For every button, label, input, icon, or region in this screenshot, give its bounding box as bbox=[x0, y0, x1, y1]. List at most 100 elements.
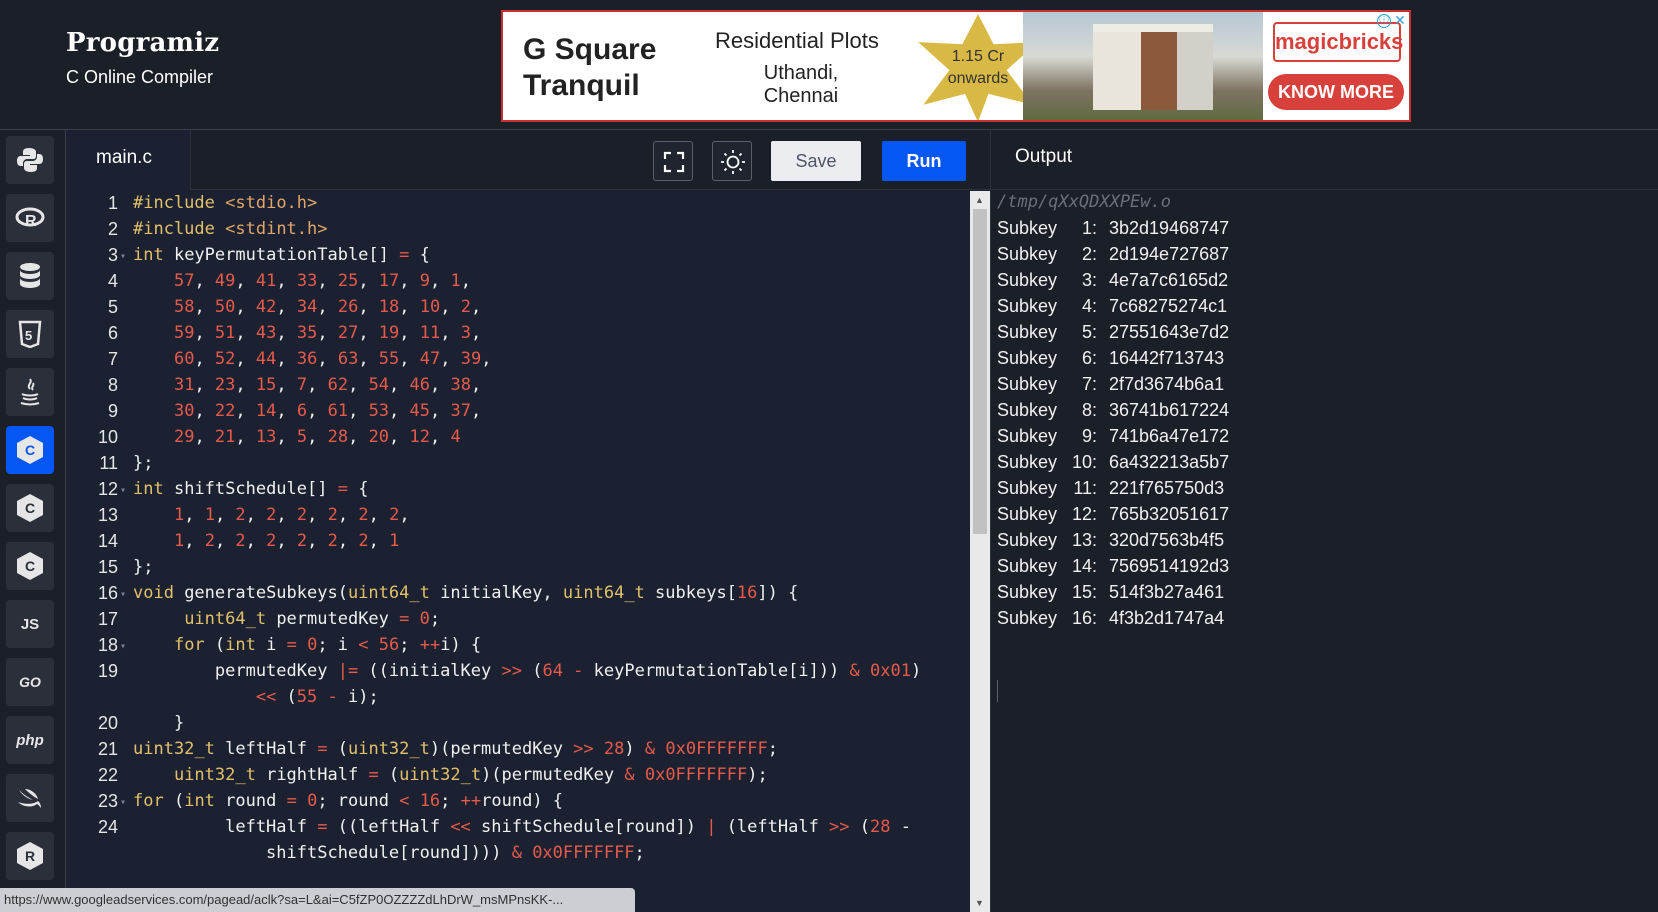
output-line: Subkey 11: 221f765750d3 bbox=[997, 478, 1224, 499]
output-header: Output bbox=[991, 130, 1658, 190]
sidebar-item-cpp[interactable]: C bbox=[6, 484, 54, 532]
code-line[interactable]: << (55 - i); bbox=[133, 687, 379, 707]
line-number: 7 bbox=[107, 349, 118, 369]
sidebar-item-r[interactable]: R bbox=[6, 194, 54, 242]
code-line[interactable]: uint64_t permutedKey = 0; bbox=[133, 609, 440, 629]
code-line[interactable]: void generateSubkeys(uint64_t initialKey… bbox=[133, 583, 798, 603]
code-line[interactable]: 57, 49, 41, 33, 25, 17, 9, 1, bbox=[133, 271, 471, 291]
fold-toggle-icon[interactable]: ▾ bbox=[120, 797, 126, 808]
scrollbar-thumb[interactable] bbox=[973, 209, 987, 534]
subkey-index: 10: bbox=[1071, 452, 1097, 472]
subkey-index: 4: bbox=[1081, 296, 1097, 316]
code-line[interactable]: 58, 50, 42, 34, 26, 18, 10, 2, bbox=[133, 297, 481, 317]
sidebar-item-html[interactable]: 5 bbox=[6, 310, 54, 358]
sidebar-item-javascript[interactable]: JS bbox=[6, 600, 54, 648]
line-number: 16 bbox=[97, 583, 118, 603]
code-line[interactable]: 29, 21, 13, 5, 28, 20, 12, 4 bbox=[133, 427, 461, 447]
csharp-icon-label: C bbox=[24, 558, 36, 574]
sidebar-item-csharp[interactable]: C bbox=[6, 542, 54, 590]
output-line: Subkey 16: 4f3b2d1747a4 bbox=[997, 608, 1224, 629]
sidebar-item-go[interactable]: GO bbox=[6, 658, 54, 706]
code-line[interactable]: 1, 2, 2, 2, 2, 2, 2, 1 bbox=[133, 531, 399, 551]
code-line[interactable]: 30, 22, 14, 6, 61, 53, 45, 37, bbox=[133, 401, 481, 421]
code-line[interactable]: for (int round = 0; round < 16; ++round)… bbox=[133, 791, 563, 811]
output-title: Output bbox=[1015, 146, 1073, 167]
subkey-index: 11: bbox=[1073, 478, 1097, 498]
code-line[interactable]: 59, 51, 43, 35, 27, 19, 11, 3, bbox=[133, 323, 481, 343]
output-line: Subkey 5: 27551643e7d2 bbox=[997, 322, 1229, 343]
ad-price-value: 1.15 Cr bbox=[951, 48, 1005, 65]
code-line[interactable]: uint32_t rightHalf = (uint32_t)(permuted… bbox=[133, 765, 768, 785]
sidebar-item-rust[interactable]: R bbox=[6, 832, 54, 880]
ad-location: Uthandi, Chennai bbox=[715, 62, 887, 108]
close-icon[interactable]: ✕ bbox=[1393, 12, 1407, 28]
fold-toggle-icon[interactable]: ▾ bbox=[120, 251, 126, 262]
code-line[interactable]: }; bbox=[133, 557, 153, 577]
ad-brand-line2: Tranquil bbox=[523, 69, 640, 102]
code-line[interactable]: int shiftSchedule[] = { bbox=[133, 479, 368, 499]
scroll-up-arrow-icon[interactable]: ▲ bbox=[975, 195, 984, 205]
output-line: Subkey 9: 741b6a47e172 bbox=[997, 426, 1229, 447]
info-icon[interactable]: ⓘ bbox=[1377, 14, 1391, 28]
code-line[interactable]: #include <stdint.h> bbox=[133, 219, 328, 239]
programiz-logo[interactable]: Programiz bbox=[66, 28, 219, 58]
sidebar-item-php[interactable]: php bbox=[6, 716, 54, 764]
subkey-value: 2f7d3674b6a1 bbox=[1109, 374, 1225, 394]
ad-cta-button[interactable]: KNOW MORE bbox=[1268, 74, 1404, 110]
code-line[interactable]: } bbox=[133, 713, 184, 733]
output-binary-path: /tmp/qXxQDXXPEw.o bbox=[997, 192, 1171, 212]
scroll-down-arrow-icon[interactable]: ▼ bbox=[975, 898, 984, 908]
output-line: Subkey 8: 36741b617224 bbox=[997, 400, 1229, 421]
theme-toggle-button[interactable] bbox=[712, 141, 752, 181]
csharp-icon: C bbox=[17, 552, 43, 580]
run-button[interactable]: Run bbox=[882, 141, 966, 181]
sidebar-item-swift[interactable] bbox=[6, 774, 54, 822]
save-button[interactable]: Save bbox=[771, 141, 861, 181]
tab-main-c[interactable]: main.c bbox=[66, 130, 191, 190]
top-header: Programiz C Online Compiler G Square Tra… bbox=[0, 0, 1658, 130]
code-line[interactable]: uint32_t leftHalf = (uint32_t)(permutedK… bbox=[133, 739, 778, 759]
fold-toggle-icon[interactable]: ▾ bbox=[120, 641, 126, 652]
line-number: 23 bbox=[97, 791, 118, 811]
subkey-index: 8: bbox=[1081, 400, 1097, 420]
code-line[interactable]: 1, 1, 2, 2, 2, 2, 2, 2, bbox=[133, 505, 410, 525]
subkey-label: Subkey bbox=[997, 322, 1058, 342]
code-line[interactable]: 60, 52, 44, 36, 63, 55, 47, 39, bbox=[133, 349, 492, 369]
code-line[interactable]: leftHalf = ((leftHalf << shiftSchedule[r… bbox=[133, 817, 911, 837]
ad-price-suffix: onwards bbox=[947, 70, 1009, 87]
advertisement-banner[interactable]: G Square Tranquil Residential Plots Utha… bbox=[501, 10, 1411, 122]
subkey-label: Subkey bbox=[997, 608, 1058, 628]
editor-scrollbar[interactable]: ▲ ▼ bbox=[970, 191, 990, 912]
brand[interactable]: Programiz C Online Compiler bbox=[66, 28, 219, 88]
fold-toggle-icon[interactable]: ▾ bbox=[120, 589, 126, 600]
subkey-label: Subkey bbox=[997, 556, 1058, 576]
code-line[interactable]: 31, 23, 15, 7, 62, 54, 46, 38, bbox=[133, 375, 481, 395]
line-number: 9 bbox=[107, 401, 118, 421]
subkey-index: 9: bbox=[1081, 426, 1097, 446]
code-area[interactable]: 1 #include <stdio.h> 2 #include <stdint.h> 3… bbox=[66, 191, 970, 912]
sidebar-item-sql[interactable] bbox=[6, 252, 54, 300]
fold-toggle-icon[interactable]: ▾ bbox=[120, 485, 126, 496]
sidebar-item-python[interactable] bbox=[6, 136, 54, 184]
ad-price: 1.15 Cr onwards bbox=[933, 46, 1023, 90]
subkey-index: 13: bbox=[1071, 530, 1097, 550]
code-line[interactable]: shiftSchedule[round]))) & 0x0FFFFFFF; bbox=[133, 843, 645, 863]
code-line[interactable]: for (int i = 0; i < 56; ++i) { bbox=[133, 635, 481, 655]
ad-brand-line1: G Square bbox=[523, 33, 657, 66]
ad-heading: Residential Plots bbox=[715, 28, 879, 53]
output-line: Subkey 14: 7569514192d3 bbox=[997, 556, 1229, 577]
editor-toolbar: main.c Save Run bbox=[66, 130, 990, 190]
code-line[interactable]: #include <stdio.h> bbox=[133, 193, 317, 213]
output-console[interactable]: /tmp/qXxQDXXPEw.o Subkey 1: 3b2d19468747 Su… bbox=[997, 192, 1657, 912]
line-number: 13 bbox=[97, 505, 118, 525]
code-line[interactable]: }; bbox=[133, 453, 153, 473]
fullscreen-icon bbox=[663, 151, 685, 173]
sidebar-item-java[interactable] bbox=[6, 368, 54, 416]
code-line[interactable]: int keyPermutationTable[] = { bbox=[133, 245, 430, 265]
line-number: 12 bbox=[97, 479, 118, 499]
code-line[interactable]: permutedKey |= ((initialKey >> (64 - key… bbox=[133, 661, 921, 681]
line-number: 10 bbox=[97, 427, 118, 447]
sidebar-item-c[interactable]: C bbox=[6, 426, 54, 474]
rust-icon: R bbox=[17, 842, 43, 870]
fullscreen-button[interactable] bbox=[653, 141, 693, 181]
